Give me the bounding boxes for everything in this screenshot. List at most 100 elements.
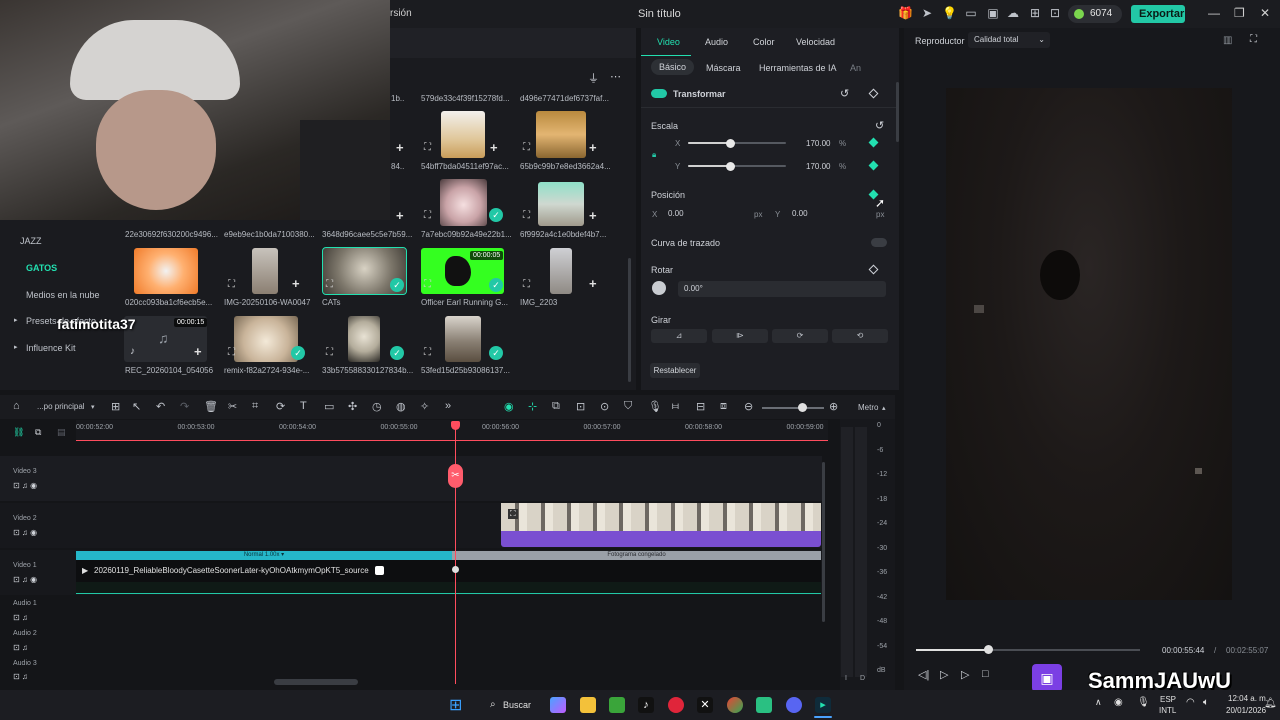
track-video3[interactable] — [0, 456, 822, 501]
effects-icon[interactable]: ✣ — [348, 400, 357, 413]
clip-video1[interactable]: ▶ 20260119_ReliableBloodyCasetteSoonerLa… — [76, 560, 821, 582]
cloud-icon[interactable]: ☁ — [1006, 6, 1020, 20]
scale-x-value[interactable]: 170.00 — [806, 139, 830, 148]
filter-icon[interactable]: ⏚ — [588, 70, 599, 86]
discord-icon[interactable] — [786, 697, 802, 713]
media-thumbnail[interactable] — [348, 316, 380, 362]
capcut-icon[interactable]: ✕ — [697, 697, 713, 713]
scissor-icon[interactable]: ✂ — [448, 464, 463, 488]
lock-ratio-icon[interactable]: 🔒︎ — [652, 150, 656, 160]
scale-reset-icon[interactable]: ↺ — [875, 119, 884, 132]
ai-cut-icon[interactable]: ⊡ — [576, 400, 585, 413]
freeze-frame-segment[interactable]: Fotograma congelado — [452, 551, 821, 560]
minecraft-icon[interactable] — [609, 697, 625, 713]
sidebar-item-gatos[interactable]: GATOS — [26, 263, 57, 273]
sidebar-item-jazz[interactable]: JAZZ — [20, 236, 42, 246]
rotate-input[interactable]: 0.00° — [678, 281, 886, 297]
tab-color[interactable]: Color — [753, 37, 775, 47]
tray-mic-icon[interactable]: 🎙︎ — [1137, 697, 1150, 708]
volume-icon[interactable]: 🔈︎ — [1203, 697, 1209, 708]
search-icon[interactable]: ⌕ — [490, 699, 496, 710]
lang-secondary[interactable]: INTL — [1159, 706, 1176, 715]
tab-video[interactable]: Video — [657, 37, 680, 47]
flip-horizontal-button[interactable]: ⊿ — [651, 329, 707, 343]
media-thumbnail[interactable] — [134, 248, 198, 294]
media-thumbnail[interactable] — [234, 316, 298, 362]
track-controls[interactable]: ⊡ ♫ — [13, 643, 28, 652]
path-curve-toggle[interactable] — [871, 238, 887, 247]
reset-icon[interactable]: ↺ — [840, 87, 849, 100]
track-layout-icon[interactable]: ▤ — [57, 427, 66, 438]
flip-vertical-button[interactable]: ⧐ — [712, 329, 768, 343]
subtab-basic[interactable]: Básico — [651, 59, 695, 75]
media-thumbnail[interactable] — [441, 111, 485, 158]
notification-bell-icon[interactable]: 🔔︎ — [1264, 698, 1277, 709]
render-icon[interactable]: ⊙ — [600, 400, 609, 413]
track-controls[interactable]: ⊡ ♫ ◉ — [13, 481, 37, 490]
add-icon[interactable]: + — [589, 276, 597, 291]
grid-icon[interactable]: ⊞ — [111, 400, 120, 413]
sidebar-item-cloud[interactable]: Medios en la nube — [26, 290, 100, 300]
home-icon[interactable]: ⌂ — [13, 400, 20, 412]
undo-icon[interactable]: ↶ — [156, 400, 165, 413]
transform-toggle[interactable] — [651, 89, 667, 98]
more-tools-icon[interactable]: » — [445, 400, 451, 412]
copilot-icon[interactable] — [550, 697, 566, 713]
next-frame-icon[interactable]: ▷ — [961, 668, 969, 681]
gift-icon[interactable]: 🎁 — [898, 6, 913, 20]
expand-arrow-icon[interactable]: ▸ — [14, 316, 18, 324]
media-thumbnail[interactable] — [445, 316, 481, 362]
speed-icon[interactable]: ⟳ — [276, 400, 285, 413]
reset-button[interactable]: Restablecer — [650, 363, 700, 378]
media-scrollbar[interactable] — [628, 258, 631, 382]
media-thumbnail[interactable] — [550, 248, 572, 294]
tab-speed[interactable]: Velocidad — [796, 37, 835, 47]
project-name[interactable]: ...po principal — [37, 402, 85, 411]
prev-frame-icon[interactable]: ◁| — [918, 668, 929, 681]
track-controls[interactable]: ⊡ ♫ — [13, 672, 28, 681]
magnet-icon[interactable]: ⊹ — [528, 400, 537, 413]
send-icon[interactable]: ➤ — [920, 6, 934, 20]
scale-y-value[interactable]: 170.00 — [806, 162, 830, 171]
tray-app-icon[interactable]: ◉ — [1114, 697, 1123, 708]
chrome-icon[interactable] — [727, 697, 743, 713]
sidebar-item-influence-kit[interactable]: Influence Kit — [26, 343, 76, 353]
shop-icon[interactable]: ⊡ — [1048, 6, 1062, 20]
track-controls[interactable]: ⊡ ♫ ◉ — [13, 575, 37, 584]
zoom-handle[interactable] — [798, 403, 807, 412]
add-icon[interactable]: + — [396, 208, 404, 223]
position-x-input[interactable]: 0.00 — [662, 206, 766, 222]
mic-icon[interactable]: 🎙︎ — [648, 400, 662, 413]
minimize-icon[interactable]: — — [1208, 6, 1220, 20]
delete-icon[interactable]: 🗑︎ — [204, 400, 218, 413]
snap-icon[interactable]: ◉ — [504, 400, 514, 413]
zoom-out-icon[interactable]: ⊖ — [744, 400, 753, 413]
frame-icon[interactable]: ▭ — [324, 400, 334, 413]
filmora-icon[interactable]: ▸ — [815, 697, 831, 713]
select-tool-icon[interactable]: ↖ — [132, 400, 141, 413]
add-icon[interactable]: + — [589, 208, 597, 223]
add-icon[interactable]: + — [396, 140, 404, 155]
lang-primary[interactable]: ESP — [1160, 695, 1176, 704]
color-icon[interactable]: ◍ — [396, 400, 406, 413]
more-icon[interactable]: ⋯ — [610, 70, 621, 83]
save-icon[interactable]: ▣ — [986, 6, 1000, 20]
app-icon[interactable] — [756, 697, 772, 713]
compound-icon[interactable]: ⧈ — [720, 400, 727, 413]
marker-icon[interactable]: ⧉ — [552, 400, 560, 413]
monitor-icon[interactable]: ▭ — [964, 6, 978, 20]
subtab-ai-tools[interactable]: Herramientas de IA — [759, 63, 837, 73]
stop-icon[interactable]: □ — [982, 668, 989, 680]
chevron-down-icon[interactable]: ▾ — [91, 403, 95, 411]
snapshot-icon[interactable]: ⛶ — [1250, 34, 1257, 45]
shield-icon[interactable]: ⛉ — [624, 400, 632, 413]
media-thumbnail[interactable] — [440, 179, 487, 226]
ai-icon[interactable]: ✧ — [420, 400, 429, 413]
playback-handle[interactable] — [983, 645, 993, 654]
clock-time[interactable]: 12:04 a. m. — [1228, 694, 1268, 703]
add-icon[interactable]: + — [589, 140, 597, 155]
clip-video1-audio[interactable] — [76, 582, 821, 594]
zoom-slider[interactable] — [762, 407, 824, 409]
rotate-left-button[interactable]: ⟲ — [832, 329, 888, 343]
zoom-in-icon[interactable]: ⊕ — [829, 400, 838, 413]
